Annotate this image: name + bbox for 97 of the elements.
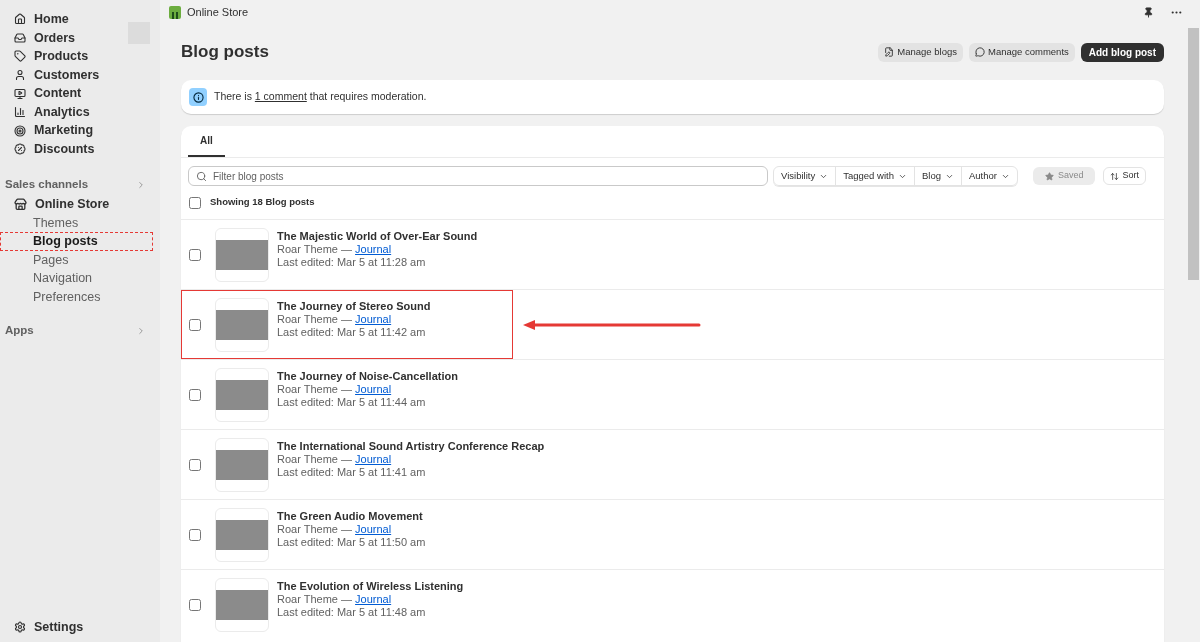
edited-date: Last edited: Mar 5 at 11:50 am [277,536,426,550]
blog-link[interactable]: Journal [355,522,392,535]
edited-date: Last edited: Mar 5 at 11:28 am [277,256,427,270]
filter-dropdown[interactable]: Blog [913,167,961,185]
row-checkbox[interactable] [189,598,201,611]
nav-item[interactable]: Marketing [0,121,128,141]
nav-subitem[interactable]: Blog posts [0,232,153,251]
row-checkbox[interactable] [189,458,201,471]
post-row[interactable]: The International Sound Artistry Conference Recap Roar Theme — Journal Last edited: Mar 5 at 11:41 am [181,429,1164,499]
post-title[interactable]: The Journey of Stereo Sound [277,299,431,313]
filter-dropdown[interactable]: Tagged with [835,167,914,185]
photo-placeholder [216,379,268,410]
post-title[interactable]: The Majestic World of Over-Ear Sound [277,229,478,243]
monitor-icon [14,87,26,100]
inbox-icon [14,31,26,44]
blog-link[interactable]: Journal [355,312,392,325]
theme-label: Roar Theme — [277,522,352,535]
nav-item[interactable]: Orders [0,28,128,48]
blog-link[interactable]: Journal [355,382,392,395]
nav-item[interactable]: Settings [0,618,160,636]
post-row[interactable]: The Journey of Stereo Sound Roar Theme — Journal Last edited: Mar 5 at 11:42 am [181,289,1164,359]
blog-link[interactable]: Journal [355,452,392,465]
settings-icon [14,621,26,633]
banner-text: There is 1 comment that requires moderation. [214,89,427,105]
chevron-right-icon [136,179,146,190]
post-row[interactable]: The Green Audio Movement Roar Theme — Journal Last edited: Mar 5 at 11:50 am [181,499,1164,569]
info-icon [189,88,207,106]
scrollbar-thumb[interactable] [1188,28,1199,280]
post-title[interactable]: The Evolution of Wireless Listening [277,579,464,593]
store-title: Online Store [187,4,249,20]
row-checkbox[interactable] [189,248,201,261]
photo-placeholder [216,309,268,340]
person-icon [14,69,26,82]
nav-subitem[interactable]: Pages [0,250,153,270]
edited-date: Last edited: Mar 5 at 11:42 am [277,326,427,340]
edited-date: Last edited: Mar 5 at 11:41 am [277,466,427,480]
chevron-right-icon [136,325,146,336]
store-icon [14,197,27,211]
section-heading: Apps [5,323,34,339]
row-checkbox[interactable] [189,528,201,541]
post-row[interactable]: The Majestic World of Over-Ear Sound Roar Theme — Journal Last edited: Mar 5 at 11:28 am [181,219,1164,289]
nav-subitem[interactable]: Navigation [0,269,153,289]
nav-item[interactable]: Customers [0,65,128,85]
select-all-checkbox[interactable] [189,196,201,209]
blog-link[interactable]: Journal [355,242,392,255]
action-button[interactable]: Manage comments [969,42,1075,62]
post-title[interactable]: The Green Audio Movement [277,509,426,523]
posts-count: Showing 18 Blog posts [210,195,315,210]
blog-link[interactable]: Journal [355,592,392,605]
nav-item[interactable]: Online Store [0,194,160,214]
filter-dropdown[interactable]: Visibility [774,167,836,185]
photo-placeholder [216,589,268,620]
photo-placeholder [216,449,268,480]
page-title: Blog posts [181,41,269,64]
bar-chart-icon [14,106,26,119]
filter-dropdown[interactable]: Author [960,167,1017,185]
post-title[interactable]: The Journey of Noise-Cancellation [277,369,458,383]
comment-link[interactable]: 1 comment [254,90,307,103]
nav-item[interactable]: Discounts [0,140,128,159]
edited-date: Last edited: Mar 5 at 11:44 am [277,396,427,410]
nav-subitem[interactable]: Preferences [0,288,153,307]
nav-item[interactable]: Products [0,47,128,66]
nav-subitem[interactable]: Themes [0,213,153,233]
store-logo-icon [169,5,181,19]
target-icon [14,124,26,137]
theme-label: Roar Theme — [277,312,352,325]
speech-bubble-icon [975,47,985,57]
sort-button[interactable]: Sort [1103,167,1146,185]
nav-item[interactable]: Content [0,84,128,103]
edit-icon [884,47,895,57]
edited-date: Last edited: Mar 5 at 11:48 am [277,606,427,620]
theme-label: Roar Theme — [277,382,352,395]
add-post-button[interactable]: Add blog post [1080,42,1164,62]
action-button[interactable]: Manage blogs [878,42,963,62]
star-icon [1044,171,1054,181]
pin-icon[interactable] [1143,6,1154,18]
search-icon [196,170,207,182]
row-checkbox[interactable] [189,318,201,331]
tag-icon [14,50,26,63]
tab[interactable]: All [188,126,225,157]
theme-label: Roar Theme — [277,452,352,465]
post-row[interactable]: The Journey of Noise-Cancellation Roar Theme — Journal Last edited: Mar 5 at 11:44 am [181,359,1164,429]
photo-placeholder [216,239,268,270]
photo-placeholder [216,519,268,550]
section-heading: Sales channels [5,177,89,193]
post-title[interactable]: The International Sound Artistry Conference Recap [277,439,545,453]
home-icon [14,13,26,26]
nav-item[interactable]: Home [0,10,128,29]
row-checkbox[interactable] [189,388,201,401]
sort-arrows-icon [1110,171,1120,181]
badge-icon [14,143,26,156]
theme-label: Roar Theme — [277,592,352,605]
nav-item[interactable]: Analytics [0,102,128,122]
theme-label: Roar Theme — [277,242,352,255]
post-row[interactable]: The Evolution of Wireless Listening Roar Theme — Journal Last edited: Mar 5 at 11:48 am [181,569,1164,639]
search-field[interactable]: Filter blog posts [188,166,769,186]
search-input[interactable]: Filter blog posts [213,168,761,184]
